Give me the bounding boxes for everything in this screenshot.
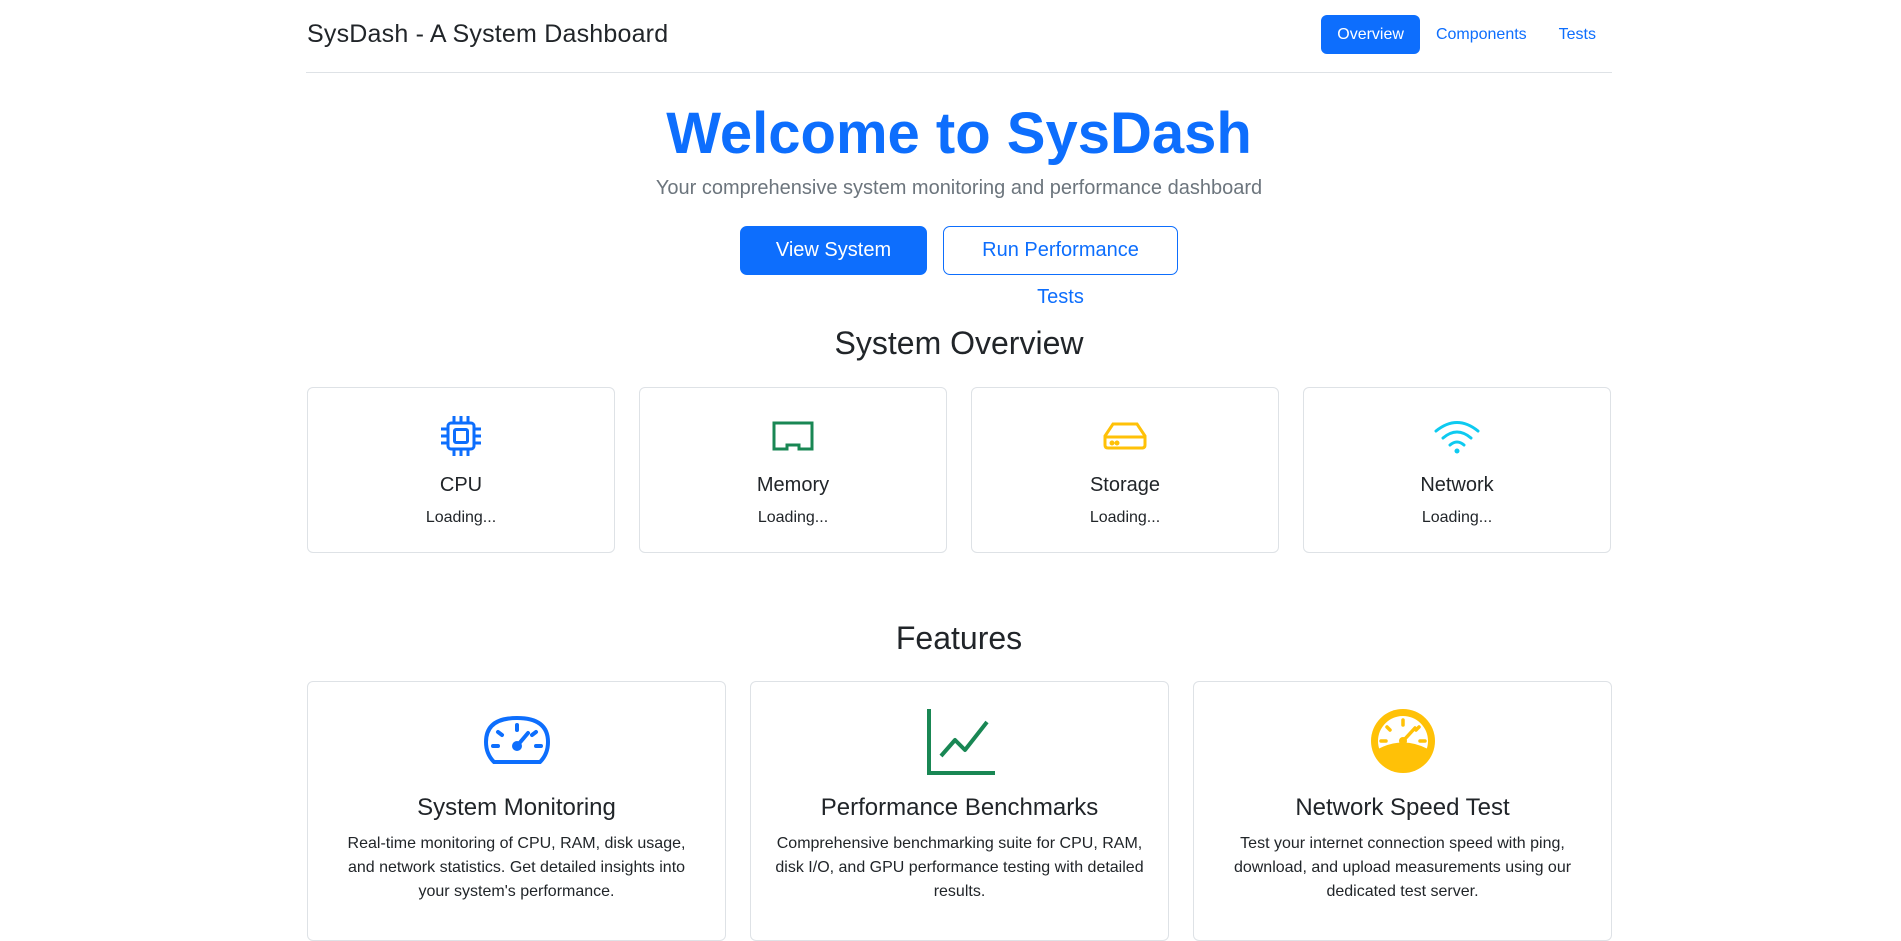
overview-value-cpu: Loading... — [425, 509, 497, 526]
feature-title-benchmarks: Performance Benchmarks — [820, 794, 1099, 821]
overview-label-cpu: CPU — [439, 474, 483, 496]
cpu-icon — [308, 412, 614, 460]
run-performance-tests-button[interactable]: Run Performance Tests — [943, 226, 1178, 308]
nav-components[interactable]: Components — [1420, 15, 1543, 54]
overview-value-network: Loading... — [1421, 509, 1493, 526]
feature-card-network-speed: Network Speed Test Test your internet co… — [1193, 681, 1612, 941]
overview-label-storage: Storage — [1089, 474, 1161, 496]
feature-desc-monitoring: Real-time monitoring of CPU, RAM, disk u… — [347, 835, 686, 900]
brand-title[interactable]: SysDash - A System Dashboard — [307, 20, 668, 49]
feature-desc-benchmarks: Comprehensive benchmarking suite for CPU… — [775, 835, 1144, 900]
storage-icon — [972, 412, 1278, 460]
feature-card-benchmarks: Performance Benchmarks Comprehensive ben… — [750, 681, 1169, 941]
hero-title: Welcome to SysDash — [666, 101, 1252, 166]
overview-card-storage: Storage Loading... — [971, 387, 1279, 553]
header: SysDash - A System Dashboard Overview Co… — [306, 0, 1612, 73]
overview-label-memory: Memory — [756, 474, 830, 496]
line-chart-icon — [751, 706, 1168, 776]
features-title: Features — [895, 620, 1023, 656]
features-grid: System Monitoring Real-time monitoring o… — [307, 681, 1612, 941]
nav-tests[interactable]: Tests — [1543, 15, 1612, 54]
overview-card-cpu: CPU Loading... — [307, 387, 615, 553]
system-overview-title: System Overview — [834, 325, 1084, 361]
overview-value-memory: Loading... — [757, 509, 829, 526]
feature-title-monitoring: System Monitoring — [417, 794, 616, 821]
page-container: SysDash - A System Dashboard Overview Co… — [306, 0, 1612, 941]
view-system-info-button[interactable]: View System Info — [740, 226, 927, 308]
nav-overview[interactable]: Overview — [1321, 15, 1420, 54]
main-nav: Overview Components Tests — [1321, 15, 1612, 54]
overview-card-memory: Memory Loading... — [639, 387, 947, 553]
hero-buttons: View System Info Run Performance Tests — [306, 226, 1612, 308]
feature-title-network-speed: Network Speed Test — [1295, 794, 1510, 821]
wifi-icon — [1304, 412, 1610, 460]
memory-icon — [640, 412, 946, 460]
feature-desc-network-speed: Test your internet connection speed with… — [1233, 835, 1572, 900]
speedometer-icon — [308, 706, 725, 776]
hero-subtitle: Your comprehensive system monitoring and… — [655, 177, 1263, 199]
overview-card-network: Network Loading... — [1303, 387, 1611, 553]
overview-grid: CPU Loading... Memory Loading... Storage… — [307, 387, 1612, 553]
speed-gauge-icon — [1194, 706, 1611, 776]
overview-value-storage: Loading... — [1089, 509, 1161, 526]
feature-card-monitoring: System Monitoring Real-time monitoring o… — [307, 681, 726, 941]
overview-label-network: Network — [1420, 474, 1494, 496]
